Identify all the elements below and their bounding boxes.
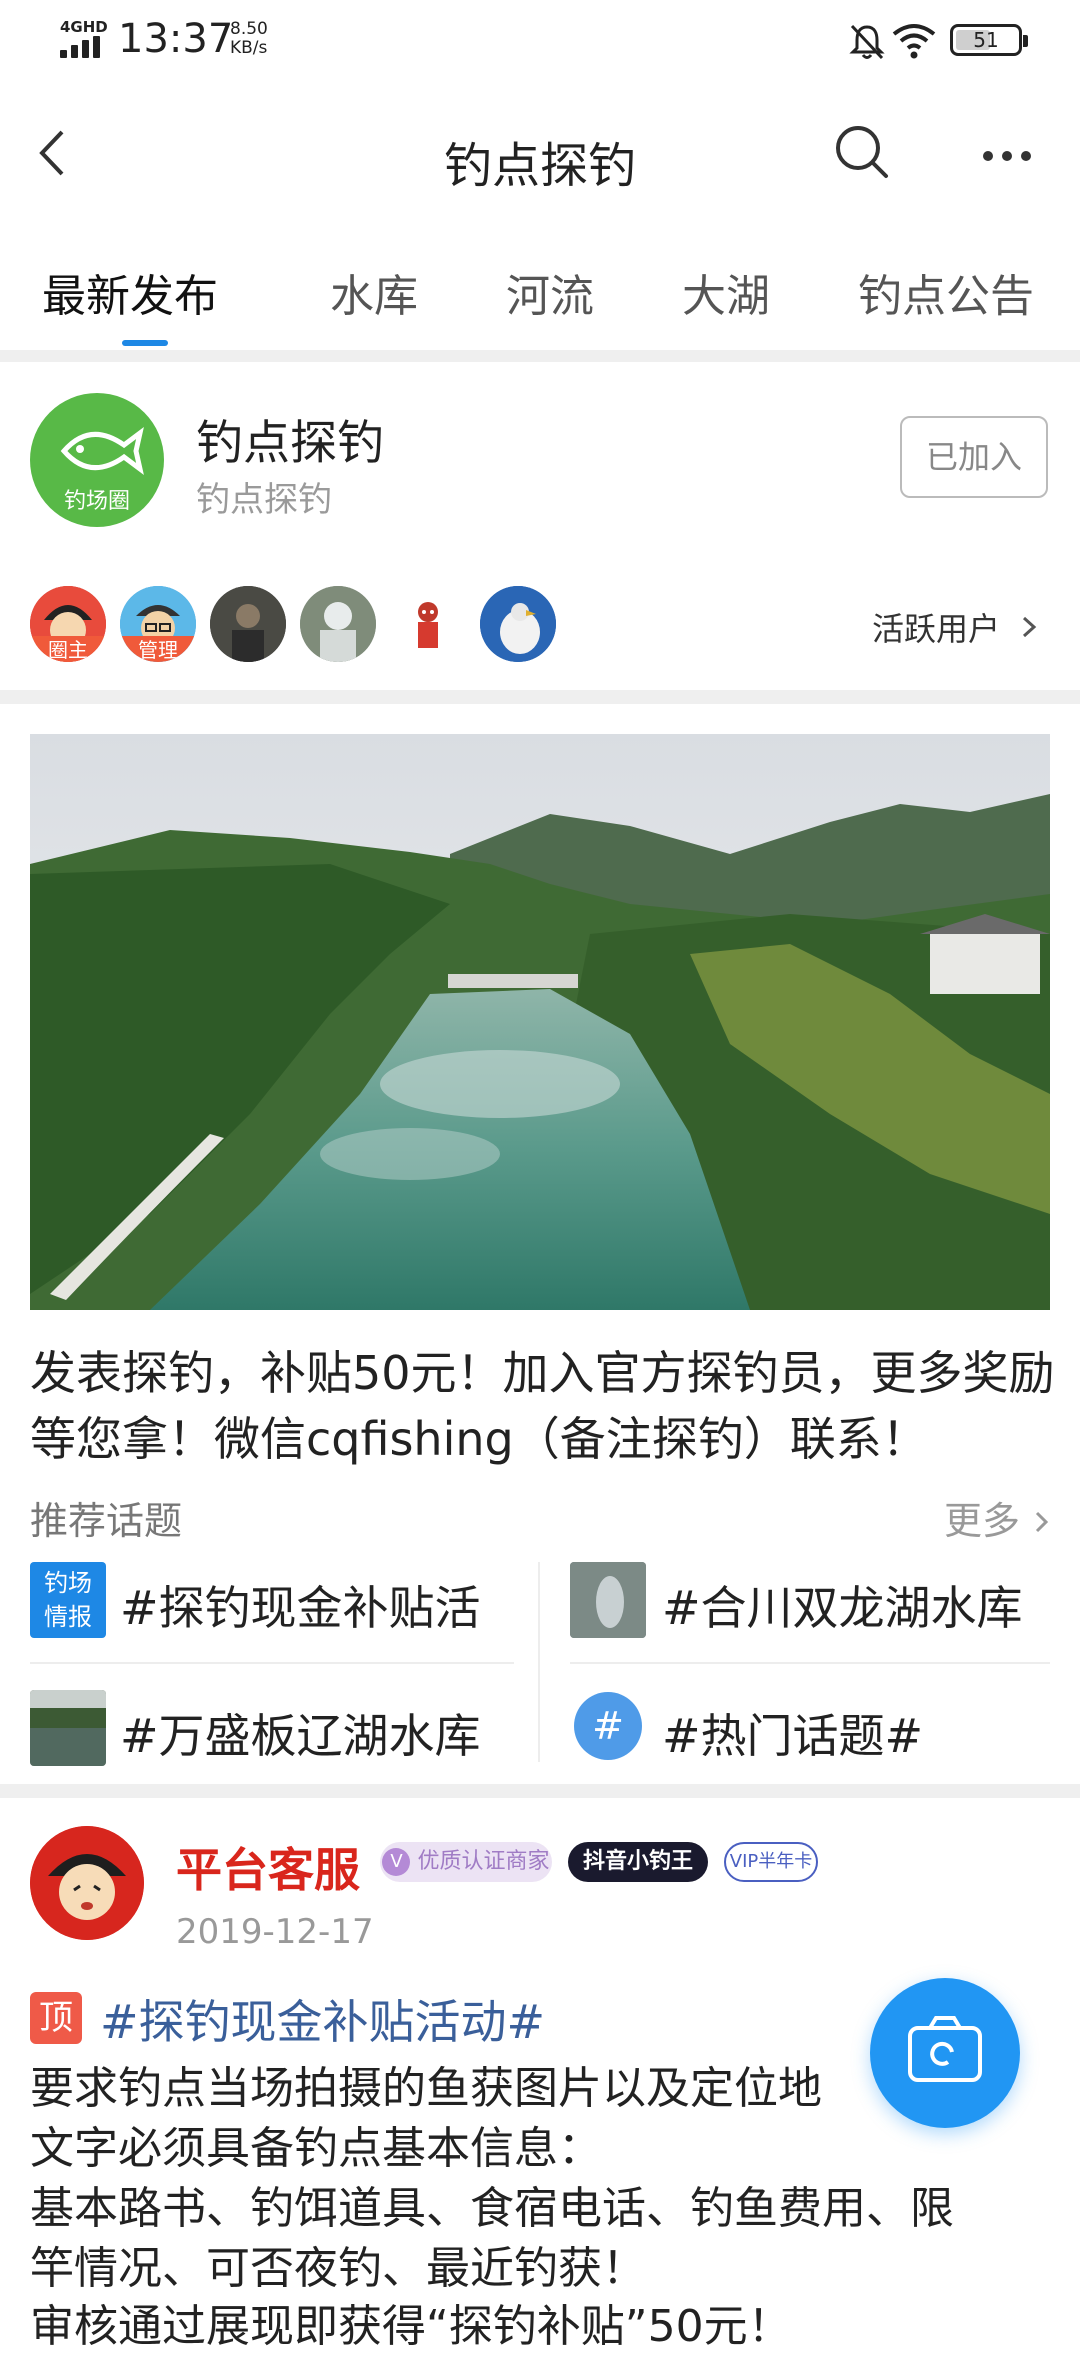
badge-label: 优质认证商家 (417, 1849, 550, 1874)
post-date: 2019-12-17 (176, 1912, 374, 1952)
member-avatar[interactable]: 圈主 (30, 586, 106, 662)
member-avatar[interactable] (480, 586, 556, 662)
douyin-badge: 抖音小钓王 (568, 1842, 708, 1882)
author-avatar[interactable] (30, 1826, 144, 1940)
pinned-tag: 顶 (30, 1992, 82, 2044)
eagle-photo-icon (480, 586, 556, 662)
hashtag-icon-label: # (592, 1704, 624, 1748)
member-avatar[interactable] (390, 586, 466, 662)
group-logo-label: 钓场圈 (63, 489, 130, 514)
person-photo-icon (210, 586, 286, 662)
post-body-line: 文字必须具备钓点基本信息： (30, 2123, 602, 2174)
group-name: 钓点探钓 (196, 416, 384, 471)
more-dots-icon (983, 151, 1031, 161)
network-speed: 8.50 KB/s (230, 20, 268, 58)
divider (30, 1662, 514, 1664)
chevron-right-icon (1023, 616, 1037, 638)
topic-item[interactable]: #合川双龙湖水库 (662, 1572, 1023, 1638)
tab-announcements[interactable]: 钓点公告 (858, 260, 1034, 324)
clock: 13:37 (118, 16, 234, 62)
topic-thumbnail: 钓场情报 (30, 1562, 106, 1638)
member-avatar[interactable]: 管理 (120, 586, 196, 662)
topics-more-link[interactable]: 更多 (944, 1490, 1052, 1545)
topic-thumbnail (30, 1690, 106, 1766)
post-body-line: 竿情况、可否夜钓、最近钓获！ (30, 2243, 646, 2294)
author-name[interactable]: 平台客服 (176, 1834, 360, 1900)
divider (0, 690, 1080, 704)
post-body-line: 基本路书、钓饵道具、食宿电话、钓鱼费用、限 (30, 2183, 954, 2234)
person-photo-icon (300, 586, 376, 662)
vip-badge: VIP半年卡 (724, 1842, 818, 1882)
mute-bell-icon (849, 24, 885, 60)
recommended-topics-title: 推荐话题 (30, 1499, 183, 1543)
camera-icon (908, 2016, 982, 2082)
river-landscape-image (30, 734, 1050, 1310)
post-image[interactable] (30, 734, 1050, 1310)
network-type-label: 4GHD (60, 18, 108, 36)
active-users-link[interactable]: 活跃用户 (872, 604, 1042, 650)
tab-river[interactable]: 河流 (506, 260, 594, 324)
owner-tag: 圈主 (30, 636, 106, 662)
lake-photo-icon (30, 1690, 106, 1766)
cartoon-face-icon (30, 1826, 144, 1940)
wifi-icon (892, 24, 936, 59)
tab-lake[interactable]: 大湖 (682, 260, 770, 324)
search-button[interactable] (826, 118, 896, 188)
member-avatar[interactable] (300, 586, 376, 662)
divider (0, 1784, 1080, 1798)
admin-tag: 管理 (120, 636, 196, 662)
badge-label: VIP半年卡 (729, 1851, 813, 1872)
network-speed-unit: KB/s (230, 38, 268, 58)
active-users-label: 活跃用户 (872, 610, 1001, 648)
chevron-right-icon (1036, 1511, 1049, 1533)
announcement-text: 发表探钓，补贴50元！加入官方探钓员，更多奖励等您拿！微信cqfishing（备… (30, 1346, 1055, 1466)
topic-item[interactable]: #万盛板辽湖水库 (120, 1700, 481, 1766)
topic-thumbnail (570, 1562, 646, 1638)
battery-icon: 51 (950, 24, 1028, 56)
search-icon (836, 126, 888, 178)
post-body-line: 要求钓点当场拍摄的鱼获图片以及定位地 (30, 2063, 822, 2114)
tab-latest[interactable]: 最新发布 (42, 260, 218, 324)
page-title: 钓点探钓 (443, 138, 636, 194)
fish-photo-icon (570, 1562, 646, 1638)
topic-thumbnail-label: 钓场情报 (44, 1569, 92, 1631)
status-bar: 4GHD 13:37 8.50 KB/s 51 (0, 0, 1080, 84)
camera-fab-button[interactable] (870, 1978, 1020, 2128)
tab-reservoir[interactable]: 水库 (330, 260, 418, 324)
more-button[interactable] (972, 118, 1042, 188)
verified-icon: V (382, 1848, 411, 1876)
post-body-line: 审核通过展现即获得“探钓补贴”50元！ (30, 2301, 792, 2352)
member-avatar[interactable] (210, 586, 286, 662)
badge-label: 抖音小钓王 (582, 1849, 693, 1874)
topic-item[interactable]: #热门话题# (662, 1700, 923, 1766)
verified-merchant-badge: V 优质认证商家 (380, 1842, 552, 1882)
joined-button[interactable]: 已加入 (900, 416, 1048, 498)
cartoon-figure-icon (390, 586, 466, 662)
hashtag-icon: # (574, 1692, 642, 1760)
divider (0, 350, 1080, 362)
group-logo[interactable]: 钓场圈 (30, 393, 164, 527)
tab-indicator (122, 340, 168, 346)
group-subtitle: 钓点探钓 (196, 480, 332, 520)
divider (570, 1662, 1050, 1664)
post-topic-link[interactable]: #探钓现金补贴活动# (100, 1986, 545, 2052)
divider (538, 1562, 540, 1762)
topics-more-label: 更多 (944, 1499, 1021, 1543)
battery-level: 51 (973, 28, 999, 52)
network-speed-value: 8.50 (230, 19, 268, 39)
topic-item[interactable]: #探钓现金补贴活 (120, 1572, 481, 1638)
signal-icon (60, 36, 106, 58)
